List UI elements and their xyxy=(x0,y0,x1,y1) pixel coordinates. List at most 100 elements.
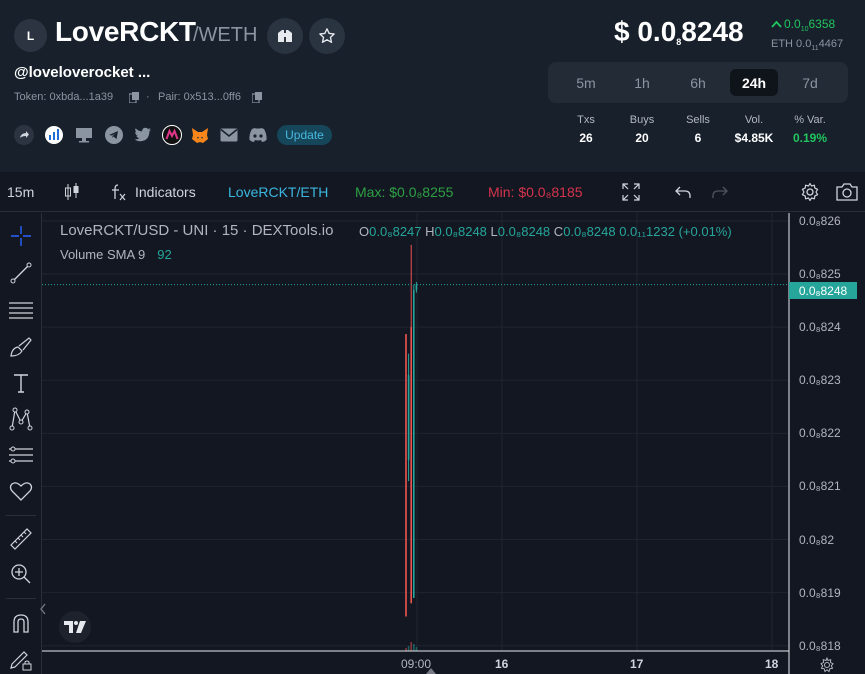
website-button[interactable] xyxy=(74,125,94,145)
price-change-digits: 6358 xyxy=(808,17,836,31)
trendline-tool[interactable] xyxy=(8,260,34,286)
price-tick-label: 0.0₈825 xyxy=(799,267,841,282)
favorite-button[interactable] xyxy=(309,18,345,54)
ohlc-close-label: C xyxy=(553,224,564,239)
horizontal-lines-icon xyxy=(9,302,33,319)
min-price-label: Min: $0.0₈8185 xyxy=(488,184,583,200)
fullscreen-icon xyxy=(622,183,640,201)
timeframe-6h[interactable]: 6h xyxy=(674,69,722,96)
price-change: 0.0106358 xyxy=(771,17,836,33)
volume-legend: Volume SMA 9 92 xyxy=(60,247,172,262)
crosshair-tool[interactable] xyxy=(8,223,34,249)
time-tick-label: 17 xyxy=(630,657,644,671)
pattern-tool[interactable] xyxy=(8,406,34,432)
settings-button[interactable] xyxy=(799,181,821,203)
stat-variation-label: % Var. xyxy=(794,114,826,126)
redo-button[interactable] xyxy=(709,181,731,203)
pattern-icon xyxy=(9,407,33,431)
ohlc-values: O0.0₈8247 H0.0₈8248 L0.0₈8248 C0.0₈8248 … xyxy=(359,224,732,239)
price-tick-label: 0.0₈821 xyxy=(799,479,841,494)
twitter-button[interactable] xyxy=(133,125,153,145)
magnet-icon xyxy=(13,614,29,633)
stat-variation: % Var. 0.19% xyxy=(780,114,840,145)
timeframe-5m[interactable]: 5m xyxy=(562,69,610,96)
icon-tool[interactable] xyxy=(8,478,34,504)
stat-txs-label: Txs xyxy=(577,114,595,126)
eth-price-prefix: ETH 0.0 xyxy=(771,38,812,50)
tool-separator xyxy=(6,515,36,516)
chart-canvas[interactable] xyxy=(42,213,865,674)
tradingview-logo[interactable] xyxy=(59,611,91,643)
candle-body xyxy=(410,327,412,604)
stat-sells-label: Sells xyxy=(686,114,710,126)
volume-legend-label: Volume SMA 9 xyxy=(60,247,146,262)
token-handle: @loveloverocket ... xyxy=(14,64,151,81)
ohlc-high: 0.0₈8248 xyxy=(434,224,487,239)
undo-icon xyxy=(675,186,691,198)
copy-pair-icon[interactable] xyxy=(252,92,262,103)
undo-button[interactable] xyxy=(672,181,694,203)
stat-txs: Txs 26 xyxy=(556,114,616,145)
trendline-icon xyxy=(10,262,32,284)
candle-type-button[interactable] xyxy=(61,181,83,203)
lock-drawings-tool[interactable] xyxy=(8,647,34,673)
price-change-zeros: 10 xyxy=(800,26,809,33)
binoculars-icon xyxy=(278,30,292,42)
time-tick-label: 16 xyxy=(495,657,509,671)
timeframe-7d[interactable]: 7d xyxy=(786,69,834,96)
copy-token-icon[interactable] xyxy=(129,92,139,103)
chart-link-button[interactable] xyxy=(44,125,64,145)
binoculars-button[interactable] xyxy=(267,18,303,54)
brush-icon xyxy=(10,337,32,357)
zoom-tool[interactable] xyxy=(8,561,34,587)
brush-tool[interactable] xyxy=(8,334,34,360)
stat-sells-value: 6 xyxy=(694,131,702,145)
indicators-fx-icon[interactable] xyxy=(108,181,130,203)
eth-price: ETH 0.0114467 xyxy=(771,38,843,52)
mirror-button[interactable] xyxy=(162,125,182,145)
axis-settings-icon[interactable] xyxy=(819,657,835,673)
twitter-icon xyxy=(134,127,151,142)
text-tool[interactable] xyxy=(8,370,34,396)
timeframe-1h[interactable]: 1h xyxy=(618,69,666,96)
interval-button[interactable]: 15m xyxy=(7,184,34,200)
separator-dot: · xyxy=(146,91,150,103)
pair-toggle[interactable]: LoveRCKT/ETH xyxy=(228,184,328,200)
fx-icon xyxy=(112,184,126,201)
share-button[interactable] xyxy=(14,125,34,145)
candles-icon xyxy=(65,183,79,200)
timeframe-24h[interactable]: 24h xyxy=(730,69,778,96)
fib-tool[interactable] xyxy=(8,297,34,323)
forecast-tool[interactable] xyxy=(8,442,34,468)
ohlc-high-label: H xyxy=(425,224,435,239)
metamask-button[interactable] xyxy=(190,125,210,145)
price-tick-label: 0.0₈823 xyxy=(799,373,841,388)
sliders-icon xyxy=(9,446,33,464)
discord-button[interactable] xyxy=(248,125,268,145)
ohlc-open: 0.0₈8247 xyxy=(369,224,422,239)
gear-icon xyxy=(801,182,819,202)
email-button[interactable] xyxy=(219,125,239,145)
price-change-prefix: 0.0 xyxy=(784,17,801,31)
ohlc-close: 0.0₈8248 xyxy=(563,224,616,239)
volume-bar xyxy=(413,644,415,651)
collapse-toolbar-icon[interactable] xyxy=(39,603,47,615)
tradingview-icon xyxy=(64,621,86,633)
max-price-label: Max: $0.0₈8255 xyxy=(355,184,454,200)
redo-icon xyxy=(712,186,728,198)
fullscreen-button[interactable] xyxy=(620,181,642,203)
ruler-icon xyxy=(10,528,32,550)
eth-price-zeros: 11 xyxy=(811,45,819,52)
magnet-tool[interactable] xyxy=(8,610,34,636)
ohlc-low: 0.0₈8248 xyxy=(497,224,551,239)
measure-tool[interactable] xyxy=(8,526,34,552)
token-avatar: L xyxy=(14,19,47,52)
telegram-button[interactable] xyxy=(104,125,124,145)
indicators-button[interactable]: Indicators xyxy=(135,184,196,200)
snapshot-button[interactable] xyxy=(836,181,858,203)
update-button[interactable]: Update xyxy=(277,125,332,145)
pair-base-label: /WETH xyxy=(193,24,258,46)
text-icon xyxy=(14,374,28,393)
share-icon xyxy=(14,125,34,145)
price-chart[interactable]: LoveRCKT/USD - UNI · 15 · DEXTools.io O0… xyxy=(39,213,865,674)
